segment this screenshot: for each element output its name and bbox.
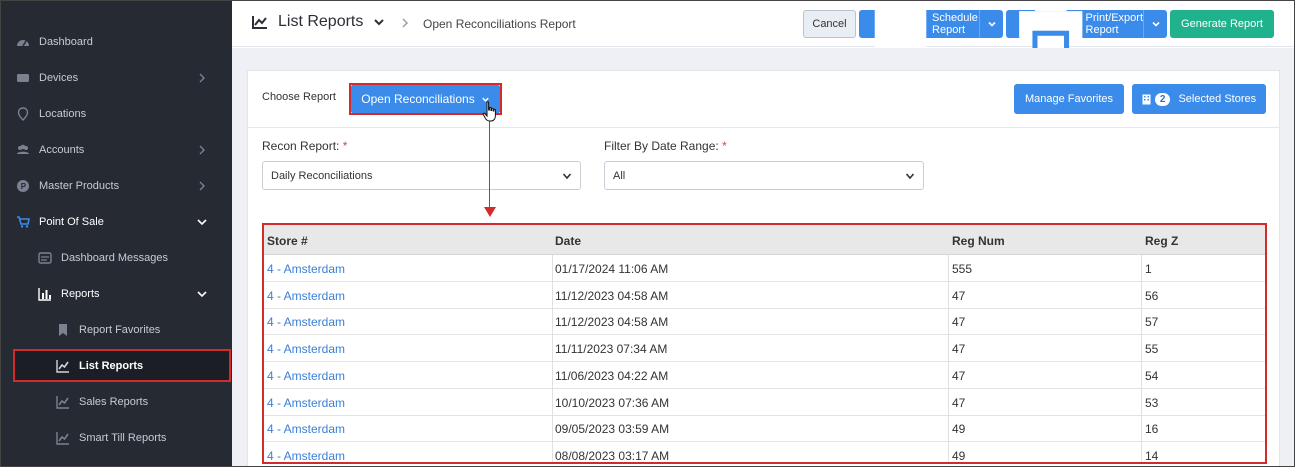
annotation-highlight-table	[262, 223, 1267, 464]
sidebar-item-label: Reports	[61, 288, 100, 300]
schedule-report-main[interactable]: Schedule Report	[859, 1, 979, 50]
sidebar-item-label: Dashboard Messages	[61, 252, 169, 264]
chevron-down-icon	[905, 173, 915, 180]
chevron-down-icon	[562, 173, 572, 180]
map-pin-icon	[15, 106, 31, 122]
chevron-right-icon	[402, 18, 409, 28]
cancel-button[interactable]: Cancel	[803, 10, 856, 38]
sidebar-item-master-products[interactable]: P Master Products	[1, 168, 232, 204]
sidebar-item-label: Smart Till Reports	[79, 432, 167, 444]
sidebar-item-locations[interactable]: Locations	[1, 96, 232, 132]
sidebar-item-smart-till-reports[interactable]: Smart Till Reports	[1, 420, 232, 456]
message-icon	[37, 250, 53, 266]
line-chart-icon	[55, 394, 71, 410]
sidebar-item-label: Sales Reports	[79, 396, 149, 408]
chevron-right-icon	[199, 145, 205, 155]
manage-favorites-button[interactable]: Manage Favorites	[1014, 84, 1124, 114]
sidebar-item-accounts[interactable]: Accounts	[1, 132, 232, 168]
sidebar-item-label: Report Favorites	[79, 324, 161, 336]
print-export-button[interactable]: Print/Export Report	[1006, 1, 1167, 59]
choose-report-dropdown[interactable]: Open Reconciliations	[351, 85, 500, 113]
chevron-down-icon	[374, 19, 385, 26]
sidebar-item-label: Master Products	[39, 180, 120, 192]
sidebar-item-point-of-sale[interactable]: Point Of Sale	[1, 204, 232, 240]
chevron-down-icon	[197, 219, 207, 226]
line-chart-icon	[55, 430, 71, 446]
selected-stores-button[interactable]: 2 Selected Stores	[1132, 84, 1266, 114]
product-p-icon: P	[15, 178, 31, 194]
date-range-label: Filter By Date Range: *	[604, 139, 727, 153]
bar-chart-icon	[37, 286, 53, 302]
sidebar-item-label: Devices	[39, 72, 79, 84]
sidebar-item-label: List Reports	[79, 360, 144, 372]
sidebar-item-sales-reports[interactable]: Sales Reports	[1, 384, 232, 420]
recon-report-label: Recon Report: *	[262, 139, 348, 153]
annotation-arrowhead	[484, 207, 496, 217]
cart-icon	[15, 214, 31, 230]
schedule-dropdown-toggle[interactable]	[979, 10, 1003, 38]
chevron-right-icon	[199, 73, 205, 83]
sidebar-item-label: Dashboard	[39, 36, 93, 48]
svg-text:P: P	[21, 182, 27, 191]
page-title: List Reports	[278, 13, 364, 30]
selected-stores-count: 2	[1154, 92, 1171, 106]
sidebar-item-dashboard-messages[interactable]: Dashboard Messages	[1, 240, 232, 276]
users-icon	[15, 142, 31, 158]
page-title-dropdown[interactable]: List Reports	[252, 13, 385, 31]
print-export-main[interactable]: Print/Export Report	[1006, 1, 1143, 59]
devices-icon	[15, 70, 31, 86]
chevron-right-icon	[199, 181, 205, 191]
recon-report-select[interactable]: Daily Reconciliations	[262, 161, 581, 190]
sidebar-item-list-reports[interactable]: List Reports	[1, 348, 232, 384]
sidebar-item-label: Locations	[39, 108, 87, 120]
choose-report-label: Choose Report	[262, 91, 336, 103]
sidebar-item-label: Accounts	[39, 144, 85, 156]
line-chart-icon	[55, 358, 71, 374]
sidebar-item-reports[interactable]: Reports	[1, 276, 232, 312]
generate-report-button[interactable]: Generate Report	[1170, 10, 1274, 38]
gauge-icon	[15, 34, 31, 50]
bookmark-icon	[55, 322, 71, 338]
chevron-down-icon	[197, 291, 207, 298]
app-window: Dashboard Devices Locations Accounts P Master…	[0, 0, 1295, 467]
schedule-report-button[interactable]: Schedule Report	[859, 1, 1003, 50]
top-bar: List Reports Open Reconciliations Report…	[232, 1, 1294, 59]
annotation-arrow	[489, 119, 490, 209]
sidebar: Dashboard Devices Locations Accounts P Master…	[1, 1, 232, 466]
sidebar-item-devices[interactable]: Devices	[1, 60, 232, 96]
hand-cursor-icon	[482, 101, 496, 122]
chevron-down-icon	[1151, 21, 1160, 27]
line-chart-icon	[252, 16, 267, 29]
building-icon	[1142, 94, 1151, 104]
breadcrumb: Open Reconciliations Report	[423, 17, 576, 31]
sidebar-item-label: Point Of Sale	[39, 216, 104, 228]
sidebar-item-dashboard[interactable]: Dashboard	[1, 24, 232, 60]
print-dropdown-toggle[interactable]	[1143, 10, 1167, 38]
sidebar-item-report-favorites[interactable]: Report Favorites	[1, 312, 232, 348]
date-range-select[interactable]: All	[604, 161, 924, 190]
chevron-down-icon	[987, 21, 996, 27]
